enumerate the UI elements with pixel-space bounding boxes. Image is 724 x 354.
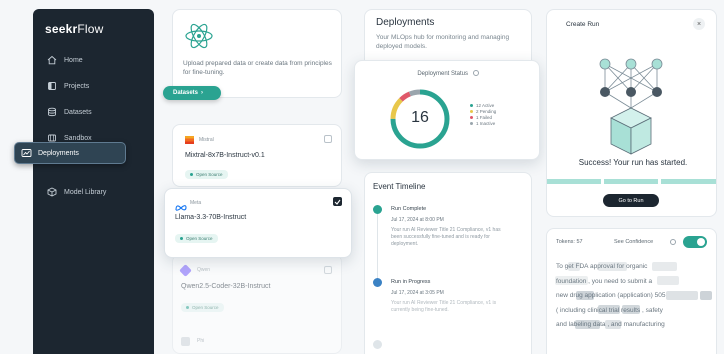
legend-label: 2 Pending — [476, 108, 497, 114]
create-run-title: Create Run — [566, 21, 600, 28]
token-highlight — [652, 262, 677, 271]
sidebar-item-home[interactable]: Home — [33, 49, 154, 71]
token-highlight — [575, 320, 600, 329]
event-head: Run in Progress — [391, 279, 431, 285]
model-name: Qwen2.5-Coder-32B-Instruct — [181, 283, 271, 290]
model-name: Llama-3.3-70B-Instruct — [175, 214, 247, 221]
token-highlight — [605, 320, 621, 329]
info-icon — [472, 70, 479, 76]
status-legend: 12 Active 2 Pending 1 Failed 1 Inactive — [470, 102, 496, 126]
legend-swatch — [470, 109, 473, 113]
datasets-button[interactable]: Datasets › — [163, 86, 221, 100]
model-name: Mixtral-8x7B-Instruct-v0.1 — [185, 152, 265, 159]
model-card-mistral[interactable]: Mistral Mixtral-8x7B-Instruct-v0.1 Open … — [172, 124, 342, 187]
projects-icon — [46, 81, 57, 92]
datasets-button-label: Datasets — [173, 90, 199, 96]
tokens-count: Tokens: 57 — [556, 239, 583, 245]
model-card-meta[interactable]: Meta Llama-3.3-70B-Instruct Open Source — [164, 188, 352, 258]
datasets-card: Upload prepared data or create data from… — [172, 9, 342, 98]
atom-icon — [183, 20, 215, 57]
database-icon — [46, 107, 57, 118]
deployment-status-title-row: Deployment Status — [355, 70, 541, 77]
mistral-logo-icon — [185, 136, 194, 144]
deployment-status-title: Deployment Status — [417, 71, 469, 77]
neural-network-illustration — [599, 58, 663, 155]
sidebar: seekrFlow Home Projects Datasets Sandbox… — [33, 9, 154, 354]
event-head: Run Complete — [391, 206, 427, 212]
info-circle-icon — [373, 278, 382, 287]
event-body: Your run AI Reviewer Title 21 Compliance… — [391, 227, 501, 247]
deployments-subtitle: Your MLOps hub for monitoring and managi… — [376, 34, 510, 50]
sidebar-item-projects[interactable]: Projects — [33, 75, 154, 97]
progress-bar-segment — [661, 179, 716, 184]
token-highlight — [666, 291, 698, 300]
sidebar-item-label: Datasets — [64, 108, 92, 116]
check-circle-icon — [373, 205, 382, 214]
chevron-right-icon: › — [201, 90, 204, 96]
home-icon — [46, 55, 57, 66]
info-icon — [670, 239, 676, 245]
legend-swatch — [470, 115, 473, 119]
token-highlight — [657, 276, 679, 285]
sidebar-item-label: Projects — [64, 82, 90, 90]
legend-label: 1 Failed — [476, 114, 493, 120]
event-timeline-card — [364, 172, 532, 354]
timeline-title: Event Timeline — [373, 182, 426, 191]
pending-circle-icon — [373, 340, 382, 349]
qwen-logo-icon — [179, 264, 192, 277]
datasets-description: Upload prepared data or create data from… — [183, 60, 332, 76]
token-line: To get FDA approval for organic — [556, 263, 648, 270]
open-source-badge: Open Source — [181, 303, 224, 312]
model-card-qwen[interactable]: Qwen Qwen2.5-Coder-32B-Instruct Open Sou… — [172, 254, 342, 354]
model-checkbox-checked[interactable] — [333, 197, 342, 206]
sidebar-item-label: Deployments — [38, 149, 79, 157]
token-highlight — [622, 305, 640, 314]
deployments-icon — [21, 148, 32, 159]
app-logo[interactable]: seekrFlow — [45, 22, 104, 36]
sidebar-item-label: Sandbox — [64, 134, 92, 142]
model-org: Mistral — [199, 137, 214, 143]
token-highlight — [598, 305, 620, 314]
legend-label: 12 Active — [476, 102, 495, 108]
go-to-run-button[interactable]: Go to Run — [603, 194, 659, 207]
cube-icon — [46, 187, 57, 198]
token-highlight — [576, 291, 594, 300]
open-source-badge: Open Source — [175, 234, 218, 243]
deployment-status-card: Deployment Status 16 12 Active 2 Pending… — [354, 60, 540, 160]
app-collage: seekrFlow Home Projects Datasets Sandbox… — [0, 0, 724, 354]
token-highlight — [568, 262, 580, 271]
legend-swatch — [470, 121, 473, 125]
sidebar-item-label: Home — [64, 56, 83, 64]
status-total: 16 — [411, 109, 429, 126]
model-org: Phi — [197, 338, 205, 344]
event-date: Jul 17, 2024 at 8:00 PM — [391, 217, 444, 223]
deployments-title: Deployments — [376, 17, 435, 28]
sidebar-item-datasets[interactable]: Datasets — [33, 101, 154, 123]
token-highlight — [700, 291, 712, 300]
see-confidence-label: See Confidence — [614, 239, 654, 245]
phi-logo-icon — [181, 337, 190, 346]
legend-label: 1 Inactive — [476, 120, 496, 126]
sidebar-item-model-library[interactable]: Model Library — [33, 181, 154, 203]
sidebar-item-label: Model Library — [64, 188, 107, 196]
timeline-connector — [377, 214, 378, 278]
event-date: Jul 17, 2024 at 3:05 PM — [391, 290, 444, 296]
legend-inactive: 1 Inactive — [470, 120, 496, 126]
model-checkbox[interactable] — [324, 135, 332, 143]
token-highlight — [598, 262, 627, 271]
model-org: Meta — [190, 200, 202, 206]
sidebar-item-deployments[interactable]: Deployments — [14, 142, 126, 164]
model-checkbox[interactable] — [324, 266, 332, 274]
model-org: Qwen — [197, 267, 211, 273]
progress-bar-segment — [547, 179, 601, 184]
success-message: Success! Your run has started. — [578, 158, 688, 167]
open-source-badge: Open Source — [185, 170, 228, 179]
legend-swatch — [470, 103, 473, 107]
close-icon[interactable]: × — [693, 18, 705, 30]
event-body: Your run AI Reviewer Title 21 Compliance… — [391, 300, 497, 313]
progress-bar-segment — [604, 179, 658, 184]
token-highlight — [555, 276, 588, 285]
confidence-toggle[interactable] — [683, 236, 707, 248]
